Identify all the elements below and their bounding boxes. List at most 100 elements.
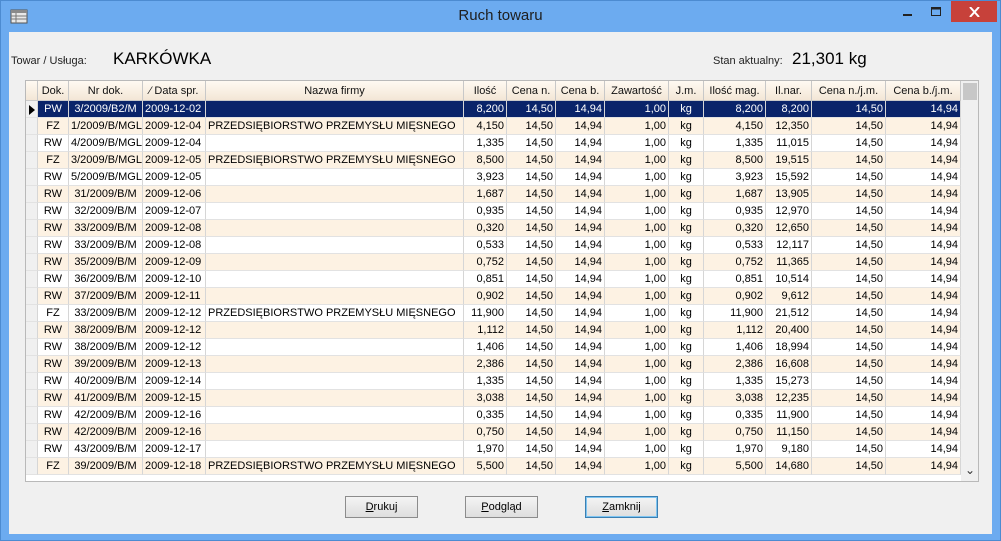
column-header-data[interactable]: ⁄ Data spr. bbox=[143, 81, 206, 101]
table-row[interactable]: RW 4/2009/B/MGL 2009-12-04 1,335 14,50 14,94 1… bbox=[26, 135, 961, 152]
cell-ilosc_mag: 0,335 bbox=[704, 407, 766, 424]
cell-data: 2009-12-11 bbox=[143, 288, 206, 305]
cell-dok: FZ bbox=[38, 305, 69, 322]
table-row[interactable]: RW 43/2009/B/M 2009-12-17 1,970 14,50 14,94 1,… bbox=[26, 441, 961, 458]
cell-ilnar: 15,592 bbox=[766, 169, 812, 186]
row-indicator[interactable] bbox=[26, 441, 38, 458]
row-indicator[interactable] bbox=[26, 271, 38, 288]
row-indicator[interactable] bbox=[26, 118, 38, 135]
cell-cena_bjm: 14,94 bbox=[886, 135, 961, 152]
cell-ilosc_mag: 0,533 bbox=[704, 237, 766, 254]
cell-data: 2009-12-15 bbox=[143, 390, 206, 407]
table-row[interactable]: RW 35/2009/B/M 2009-12-09 0,752 14,50 14,94 1,… bbox=[26, 254, 961, 271]
table-row[interactable]: FZ 1/2009/B/MGL 2009-12-04 PRZEDSIĘBIORSTWO… bbox=[26, 118, 961, 135]
row-indicator[interactable] bbox=[26, 288, 38, 305]
cell-firma bbox=[206, 186, 464, 203]
cell-ilosc: 4,150 bbox=[464, 118, 507, 135]
table-row[interactable]: FZ 3/2009/B/MGL 2009-12-05 PRZEDSIĘBIORSTWO… bbox=[26, 152, 961, 169]
cell-ilosc_mag: 1,970 bbox=[704, 441, 766, 458]
cell-nr: 39/2009/B/M bbox=[69, 356, 143, 373]
cell-nr: 33/2009/B/M bbox=[69, 237, 143, 254]
chevron-down-icon[interactable]: ⌄ bbox=[964, 463, 976, 477]
close-label: amknij bbox=[608, 501, 641, 513]
row-indicator[interactable] bbox=[26, 186, 38, 203]
column-header-cena_bjm[interactable]: Cena b./j.m. bbox=[886, 81, 961, 101]
column-header-cena_njm[interactable]: Cena n./j.m. bbox=[812, 81, 886, 101]
column-header-nr[interactable]: Nr dok. bbox=[69, 81, 143, 101]
row-indicator[interactable] bbox=[26, 424, 38, 441]
cell-cena_b: 14,94 bbox=[556, 356, 605, 373]
row-indicator[interactable] bbox=[26, 135, 38, 152]
cell-cena_n: 14,50 bbox=[507, 101, 556, 118]
cell-nr: 33/2009/B/M bbox=[69, 305, 143, 322]
stock-movement-grid[interactable]: Dok. Nr dok. ⁄ Data spr. Nazwa firmy Ilość Ce… bbox=[25, 80, 979, 482]
minimize-button[interactable] bbox=[894, 1, 922, 22]
column-header-jm[interactable]: J.m. bbox=[669, 81, 704, 101]
row-indicator[interactable] bbox=[26, 356, 38, 373]
column-header-zaw[interactable]: Zawartość bbox=[605, 81, 669, 101]
table-row[interactable]: RW 31/2009/B/M 2009-12-06 1,687 14,50 14,94 1,… bbox=[26, 186, 961, 203]
table-row[interactable]: FZ 33/2009/B/M 2009-12-12 PRZEDSIĘBIORSTWO … bbox=[26, 305, 961, 322]
cell-ilosc: 0,752 bbox=[464, 254, 507, 271]
table-row[interactable]: RW 5/2009/B/MGL 2009-12-05 3,923 14,50 14,94 1… bbox=[26, 169, 961, 186]
table-row[interactable]: RW 36/2009/B/M 2009-12-10 0,851 14,50 14,94 1,… bbox=[26, 271, 961, 288]
row-indicator[interactable] bbox=[26, 458, 38, 475]
row-indicator[interactable] bbox=[26, 203, 38, 220]
row-indicator[interactable] bbox=[26, 305, 38, 322]
table-row[interactable]: RW 38/2009/B/M 2009-12-12 1,406 14,50 14,94 1,… bbox=[26, 339, 961, 356]
table-row[interactable]: FZ 39/2009/B/M 2009-12-18 PRZEDSIĘBIORSTWO … bbox=[26, 458, 961, 475]
table-row[interactable]: RW 40/2009/B/M 2009-12-14 1,335 14,50 14,94 1,… bbox=[26, 373, 961, 390]
table-row[interactable]: RW 42/2009/B/M 2009-12-16 0,335 14,50 14,94 1,… bbox=[26, 407, 961, 424]
table-row[interactable]: RW 33/2009/B/M 2009-12-08 0,320 14,50 14,94 1,… bbox=[26, 220, 961, 237]
column-header-firma[interactable]: Nazwa firmy bbox=[206, 81, 464, 101]
table-row[interactable]: RW 37/2009/B/M 2009-12-11 0,902 14,50 14,94 1,… bbox=[26, 288, 961, 305]
row-indicator[interactable] bbox=[26, 101, 38, 118]
column-header-cena_n[interactable]: Cena n. bbox=[507, 81, 556, 101]
preview-button[interactable]: Podgląd bbox=[465, 496, 538, 518]
cell-data: 2009-12-02 bbox=[143, 101, 206, 118]
close-window-button[interactable] bbox=[951, 1, 997, 22]
table-row[interactable]: PW 3/2009/B2/M 2009-12-02 8,200 14,50 14,94 1,… bbox=[26, 101, 961, 118]
cell-dok: RW bbox=[38, 390, 69, 407]
cell-firma bbox=[206, 356, 464, 373]
print-button[interactable]: Drukuj bbox=[345, 496, 418, 518]
table-row[interactable]: RW 42/2009/B/M 2009-12-16 0,750 14,50 14,94 1,… bbox=[26, 424, 961, 441]
close-button[interactable]: Zamknij bbox=[585, 496, 658, 518]
row-indicator[interactable] bbox=[26, 254, 38, 271]
cell-ilosc: 0,320 bbox=[464, 220, 507, 237]
cell-zaw: 1,00 bbox=[605, 237, 669, 254]
table-row[interactable]: RW 32/2009/B/M 2009-12-07 0,935 14,50 14,94 1,… bbox=[26, 203, 961, 220]
column-header-ilosc_mag[interactable]: Ilość mag. bbox=[704, 81, 766, 101]
cell-ilosc_mag: 2,386 bbox=[704, 356, 766, 373]
row-indicator[interactable] bbox=[26, 390, 38, 407]
cell-cena_bjm: 14,94 bbox=[886, 254, 961, 271]
table-row[interactable]: RW 33/2009/B/M 2009-12-08 0,533 14,50 14,94 1,… bbox=[26, 237, 961, 254]
row-indicator[interactable] bbox=[26, 152, 38, 169]
row-indicator[interactable] bbox=[26, 322, 38, 339]
cell-ilnar: 11,900 bbox=[766, 407, 812, 424]
table-row[interactable]: RW 39/2009/B/M 2009-12-13 2,386 14,50 14,94 1,… bbox=[26, 356, 961, 373]
vertical-scrollbar[interactable]: ⌄ bbox=[961, 81, 978, 481]
maximize-icon bbox=[930, 6, 941, 16]
column-header-ilosc[interactable]: Ilość bbox=[464, 81, 507, 101]
row-indicator[interactable] bbox=[26, 169, 38, 186]
row-indicator[interactable] bbox=[26, 373, 38, 390]
row-indicator[interactable] bbox=[26, 407, 38, 424]
maximize-button[interactable] bbox=[922, 1, 950, 22]
table-row[interactable]: RW 38/2009/B/M 2009-12-12 1,112 14,50 14,94 1,… bbox=[26, 322, 961, 339]
row-indicator[interactable] bbox=[26, 220, 38, 237]
row-indicator[interactable] bbox=[26, 339, 38, 356]
column-header-dok[interactable]: Dok. bbox=[38, 81, 69, 101]
cell-firma: PRZEDSIĘBIORSTWO PRZEMYSŁU MIĘSNEGO bbox=[206, 458, 464, 475]
column-header-ilnar[interactable]: Il.nar. bbox=[766, 81, 812, 101]
cell-cena_b: 14,94 bbox=[556, 220, 605, 237]
cell-nr: 33/2009/B/M bbox=[69, 220, 143, 237]
grid-rows[interactable]: PW 3/2009/B2/M 2009-12-02 8,200 14,50 14,94 1,… bbox=[26, 101, 961, 481]
row-indicator[interactable] bbox=[26, 237, 38, 254]
cell-zaw: 1,00 bbox=[605, 356, 669, 373]
scroll-thumb[interactable] bbox=[963, 83, 977, 100]
column-header-cena_b[interactable]: Cena b. bbox=[556, 81, 605, 101]
title-bar[interactable]: Ruch towaru bbox=[1, 1, 1000, 32]
table-row[interactable]: RW 41/2009/B/M 2009-12-15 3,038 14,50 14,94 1,… bbox=[26, 390, 961, 407]
cell-zaw: 1,00 bbox=[605, 390, 669, 407]
